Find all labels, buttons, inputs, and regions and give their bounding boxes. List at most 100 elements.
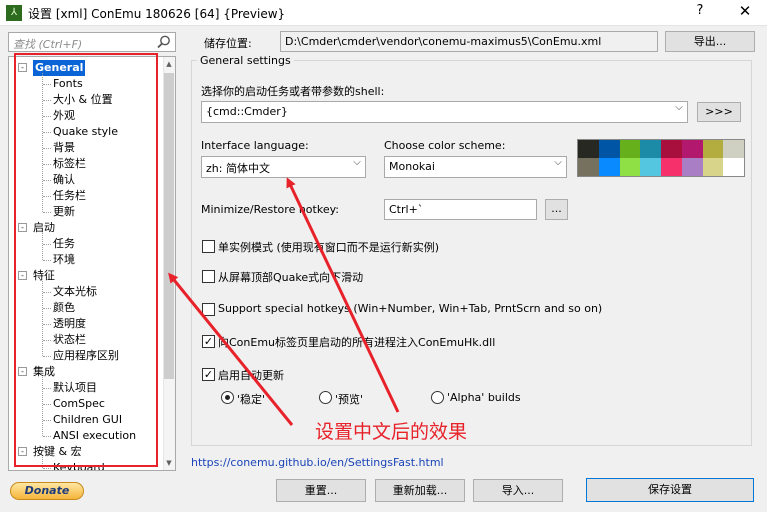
tree-connector: [43, 84, 51, 85]
palette-swatch: [702, 140, 724, 158]
tree-connector: [43, 244, 51, 245]
tree-connector: [43, 116, 51, 117]
save-settings-button[interactable]: 保存设置: [586, 478, 754, 502]
tree-item[interactable]: 状态栏: [53, 332, 86, 348]
export-button[interactable]: 导出...: [665, 31, 755, 52]
annotation-text: 设置中文后的效果: [315, 421, 468, 443]
shell-label: 选择你的启动任务或者带参数的shell:: [201, 85, 385, 98]
tree-collapse-icon[interactable]: -: [18, 223, 27, 232]
storage-path-field[interactable]: D:\Cmder\cmder\vendor\conemu-maximus5\Co…: [280, 31, 658, 52]
color-scheme-select[interactable]: Monokai ⌵: [384, 156, 567, 178]
tree-connector: [42, 233, 43, 260]
update-channel-label[interactable]: 'Alpha' builds: [447, 391, 521, 404]
tree-item[interactable]: 应用程序区别: [53, 348, 119, 364]
interface-language-select[interactable]: zh: 简体中文 ⌵: [201, 156, 366, 178]
tree-item[interactable]: Keyboard: [53, 460, 105, 470]
checkbox-label[interactable]: Support special hotkeys (Win+Number, Win…: [218, 302, 602, 315]
palette-swatch: [723, 158, 744, 176]
tree-item[interactable]: 外观: [53, 108, 75, 124]
tree-connector: [43, 148, 51, 149]
conemu-app-icon: ⅄: [6, 5, 22, 21]
tree-item[interactable]: 标签栏: [53, 156, 86, 172]
tree-collapse-icon[interactable]: -: [18, 367, 27, 376]
tree-connector: [42, 73, 43, 212]
update-channel-radio[interactable]: [431, 391, 444, 404]
shell-more-button[interactable]: >>>: [697, 102, 741, 122]
tree-item[interactable]: ComSpec: [53, 396, 105, 412]
tree-item[interactable]: 更新: [53, 204, 75, 220]
tree-connector: [42, 281, 43, 356]
checkbox-label[interactable]: 启用自动更新: [218, 367, 284, 383]
palette-swatch: [598, 158, 620, 176]
tree-connector: [43, 100, 51, 101]
tree-scrollbar-thumb[interactable]: [164, 73, 174, 379]
tree-connector: [43, 324, 51, 325]
tree-connector: [43, 468, 51, 469]
checkbox[interactable]: ✓: [202, 335, 215, 348]
palette-swatch: [578, 140, 599, 158]
tree-item[interactable]: 任务栏: [53, 188, 86, 204]
startup-shell-select[interactable]: {cmd::Cmder} ⌵: [201, 101, 688, 123]
hotkey-more-button[interactable]: ...: [545, 199, 568, 220]
hotkey-field[interactable]: Ctrl+`: [384, 199, 537, 220]
close-button[interactable]: ✕: [734, 2, 756, 20]
checkbox[interactable]: [202, 240, 215, 253]
update-channel-label[interactable]: '预览': [335, 391, 363, 407]
tree-item[interactable]: 按键 & 宏: [33, 444, 82, 460]
tree-item[interactable]: 颜色: [53, 300, 75, 316]
help-button[interactable]: ?: [690, 3, 710, 18]
tree-collapse-icon[interactable]: -: [18, 447, 27, 456]
tree-collapse-icon[interactable]: -: [18, 271, 27, 280]
interface-language-label: Interface language:: [201, 139, 309, 152]
settings-search-input[interactable]: 查找 (Ctrl+F): [8, 32, 176, 52]
window-title: 设置 [xml] ConEmu 180626 [64] {Preview}: [28, 7, 286, 21]
scroll-up-arrow-icon[interactable]: ▲: [163, 57, 175, 71]
tree-item[interactable]: Children GUI: [53, 412, 122, 428]
scroll-down-arrow-icon[interactable]: ▼: [163, 456, 175, 470]
reset-button[interactable]: 重置...: [276, 479, 366, 502]
tree-item[interactable]: 透明度: [53, 316, 86, 332]
palette-swatch: [598, 140, 620, 158]
checkbox-label[interactable]: 单实例模式 (使用现有窗口而不是运行新实例): [218, 239, 439, 255]
tree-connector: [42, 377, 43, 436]
palette-swatch: [661, 158, 682, 176]
tree-item[interactable]: ANSI execution: [53, 428, 136, 444]
tree-item[interactable]: Quake style: [53, 124, 118, 140]
palette-swatch: [578, 158, 599, 176]
donate-button[interactable]: Donate: [10, 482, 84, 500]
settings-tree[interactable]: ▲ ▼ General - Fonts 大小 & 位置 外观 Quake style 背景标…: [8, 56, 176, 471]
search-icon[interactable]: [156, 34, 172, 50]
tree-item[interactable]: 任务: [53, 236, 75, 252]
tree-item[interactable]: 特征: [33, 268, 55, 284]
palette-swatch: [619, 158, 641, 176]
checkbox-label[interactable]: 向ConEmu标签页里启动的所有进程注入ConEmuHk.dll: [218, 334, 495, 350]
update-channel-radio[interactable]: [221, 391, 234, 404]
tree-item[interactable]: 大小 & 位置: [53, 92, 113, 108]
update-channel-radio[interactable]: [319, 391, 332, 404]
checkbox-label[interactable]: 从屏幕顶部Quake式向下滑动: [218, 269, 363, 285]
tree-scrollbar[interactable]: ▲ ▼: [163, 57, 175, 470]
tree-item[interactable]: 环境: [53, 252, 75, 268]
tree-item[interactable]: 确认: [53, 172, 75, 188]
tree-item[interactable]: 文本光标: [53, 284, 97, 300]
tree-collapse-icon[interactable]: -: [18, 63, 27, 72]
reload-button[interactable]: 重新加载...: [375, 479, 465, 502]
tree-connector: [43, 308, 51, 309]
update-channel-label[interactable]: '稳定': [237, 391, 265, 407]
checkbox[interactable]: ✓: [202, 368, 215, 381]
tree-connector: [43, 164, 51, 165]
tree-connector: [43, 180, 51, 181]
tree-connector: [43, 436, 51, 437]
tree-item[interactable]: Fonts: [53, 76, 83, 92]
tree-connector: [43, 292, 51, 293]
tree-item[interactable]: 启动: [33, 220, 55, 236]
settings-help-link[interactable]: https://conemu.github.io/en/SettingsFast…: [191, 456, 444, 469]
tree-item[interactable]: 集成: [33, 364, 55, 380]
checkbox[interactable]: [202, 303, 215, 316]
color-scheme-label: Choose color scheme:: [384, 139, 506, 152]
tree-item[interactable]: 默认项目: [53, 380, 97, 396]
checkbox[interactable]: [202, 270, 215, 283]
tree-item[interactable]: 背景: [53, 140, 75, 156]
tree-item[interactable]: General: [33, 60, 86, 76]
import-button[interactable]: 导入...: [473, 479, 563, 502]
